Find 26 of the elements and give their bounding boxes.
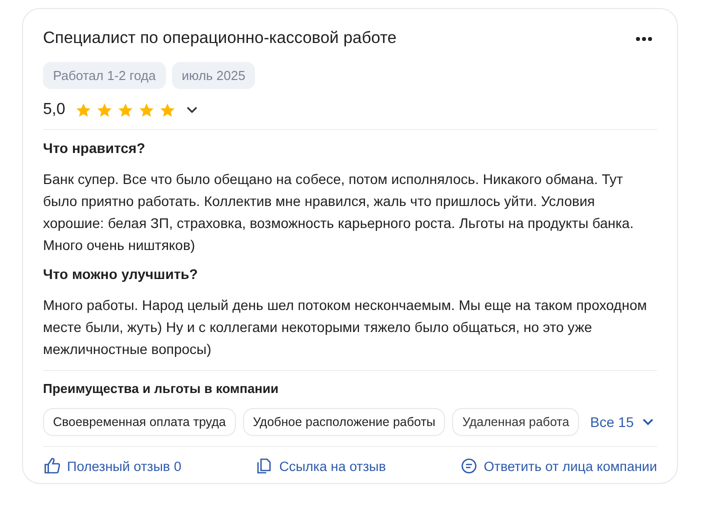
benefit-chip: Удаленная работа <box>452 408 580 436</box>
star-icon <box>96 102 114 118</box>
action-link[interactable]: Полезный отзыв 0 <box>43 457 182 475</box>
rating-score: 5,0 <box>43 101 66 119</box>
action-link[interactable]: Ссылка на отзыв <box>255 457 386 475</box>
benefit-chip: Своевременная оплата труда <box>43 408 236 436</box>
section-heading: Что нравится? <box>43 140 146 156</box>
copy-icon <box>255 457 274 475</box>
star-icon <box>138 102 156 118</box>
action-link[interactable]: Ответить от лица компании <box>460 457 657 475</box>
star-icon <box>75 102 92 118</box>
benefit-chip: Удобное расположение работы <box>242 408 446 436</box>
chevron-down-icon[interactable] <box>186 106 198 114</box>
more-icon[interactable] <box>635 36 653 42</box>
review-text: Много работы. Народ целый день шел потоком нескончаемым. Мы еще на таком проходном месте были, жуть) Ну и с коллегами некоторыми тяжело было общаться, но это уже межличностные вопросы) <box>43 296 648 359</box>
chevron-down-icon <box>642 418 654 426</box>
review-tag: Работал 1-2 года <box>43 62 166 89</box>
review-title: Специалист по операционно-кассовой работе <box>43 29 397 48</box>
thumb-up-icon <box>43 457 61 475</box>
star-icon <box>117 102 134 118</box>
review-text: Банк супер. Все что было обещано на собесе, потом исполнялось. Никакого обмана. Тут было приятно работать. Коллектив мне нравился, жаль что пришлось уйти. Условия хорошие: белая ЗП, страховка, возможность карьерного роста. Льготы на продукты банка. Много очень ништяков) <box>43 170 635 255</box>
star-icon <box>159 102 176 118</box>
section-heading: Что можно улучшить? <box>43 266 199 282</box>
review-tag: июль 2025 <box>172 62 256 89</box>
benefits-heading: Преимущества и льготы в компании <box>43 381 280 396</box>
comment-icon <box>460 457 478 475</box>
